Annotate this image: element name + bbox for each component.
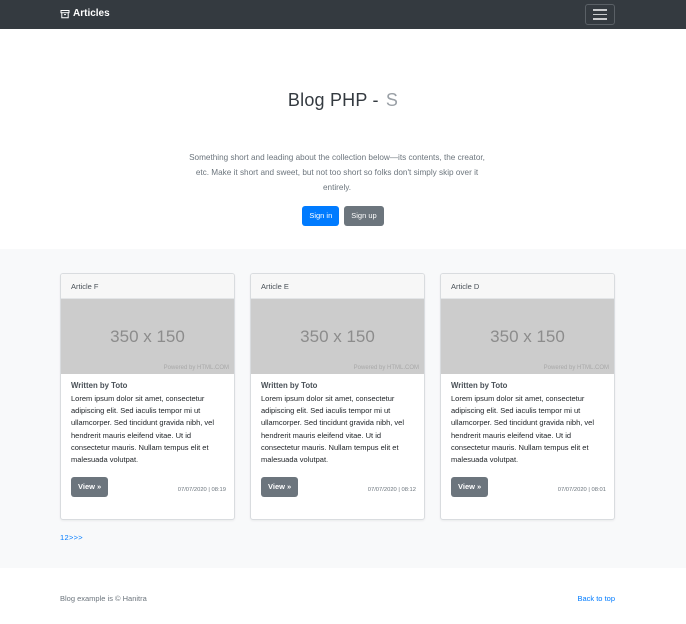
card-text: Lorem ipsum dolor sit amet, consectetur … [261, 394, 404, 465]
card-date: 07/07/2020 | 08:01 [557, 487, 606, 493]
hero-section: Blog PHP - S Something short and leading… [0, 29, 686, 249]
card-header: Article D [441, 274, 614, 299]
hero-title-separator: - [372, 90, 379, 110]
card-author: Written by Toto [451, 381, 508, 390]
card-body: Written by Toto Lorem ipsum dolor sit am… [251, 374, 424, 466]
image-size-text: 350 x 150 [490, 327, 565, 346]
card-header: Article F [61, 274, 234, 299]
card-body: Written by Toto Lorem ipsum dolor sit am… [441, 374, 614, 466]
articles-album: Article F 350 x 150 Powered by HTML.COM … [0, 249, 686, 568]
brand-label: Articles [73, 8, 110, 19]
view-article-button[interactable]: View » [261, 477, 299, 497]
brand-link[interactable]: Articles [60, 8, 110, 19]
navbar: Articles [0, 0, 686, 29]
card-text: Lorem ipsum dolor sit amet, consectetur … [71, 394, 214, 465]
page-footer: Blog example is © Hanitra Back to top [0, 568, 686, 624]
hero-title: Blog PHP - S [0, 90, 686, 111]
card-image-placeholder: 350 x 150 Powered by HTML.COM [61, 299, 234, 374]
image-size-text: 350 x 150 [300, 327, 375, 346]
card-footer: View » 07/07/2020 | 08:01 [451, 477, 606, 497]
image-caption: Powered by HTML.COM [353, 365, 419, 371]
card-footer: View » 07/07/2020 | 08:12 [261, 477, 416, 497]
card-date: 07/07/2020 | 08:19 [177, 487, 226, 493]
card-author: Written by Toto [261, 381, 318, 390]
image-caption: Powered by HTML.COM [163, 365, 229, 371]
card-image-placeholder: 350 x 150 Powered by HTML.COM [251, 299, 424, 374]
navbar-toggler-button[interactable] [585, 4, 615, 25]
image-caption: Powered by HTML.COM [543, 365, 609, 371]
back-to-top-link[interactable]: Back to top [577, 594, 615, 603]
card-footer: View » 07/07/2020 | 08:19 [71, 477, 226, 497]
hero-title-text: Blog PHP [287, 90, 368, 110]
sign-in-button[interactable]: Sign in [302, 206, 340, 226]
hero-lead: Something short and leading about the co… [189, 153, 485, 192]
image-size-text: 350 x 150 [110, 327, 185, 346]
hero-buttons: Sign in Sign up [0, 206, 686, 226]
pagination-links[interactable]: 12>>> [60, 533, 83, 542]
card-body: Written by Toto Lorem ipsum dolor sit am… [61, 374, 234, 466]
hamburger-menu-icon-line [593, 13, 607, 16]
hamburger-menu-icon-line [593, 18, 607, 20]
box-icon [60, 9, 70, 18]
footer-copyright: Blog example is © Hanitra [60, 594, 147, 603]
hamburger-menu-icon [593, 9, 607, 11]
card-image-placeholder: 350 x 150 Powered by HTML.COM [441, 299, 614, 374]
article-card: Article D 350 x 150 Powered by HTML.COM … [440, 273, 615, 520]
hero-title-typed-text: S [385, 90, 399, 110]
card-header: Article E [251, 274, 424, 299]
article-card: Article F 350 x 150 Powered by HTML.COM … [60, 273, 235, 520]
article-card: Article E 350 x 150 Powered by HTML.COM … [250, 273, 425, 520]
view-article-button[interactable]: View » [71, 477, 109, 497]
card-text: Lorem ipsum dolor sit amet, consectetur … [451, 394, 594, 465]
card-date: 07/07/2020 | 08:12 [367, 487, 416, 493]
view-article-button[interactable]: View » [451, 477, 489, 497]
card-author: Written by Toto [71, 381, 128, 390]
sign-up-button[interactable]: Sign up [344, 206, 384, 226]
